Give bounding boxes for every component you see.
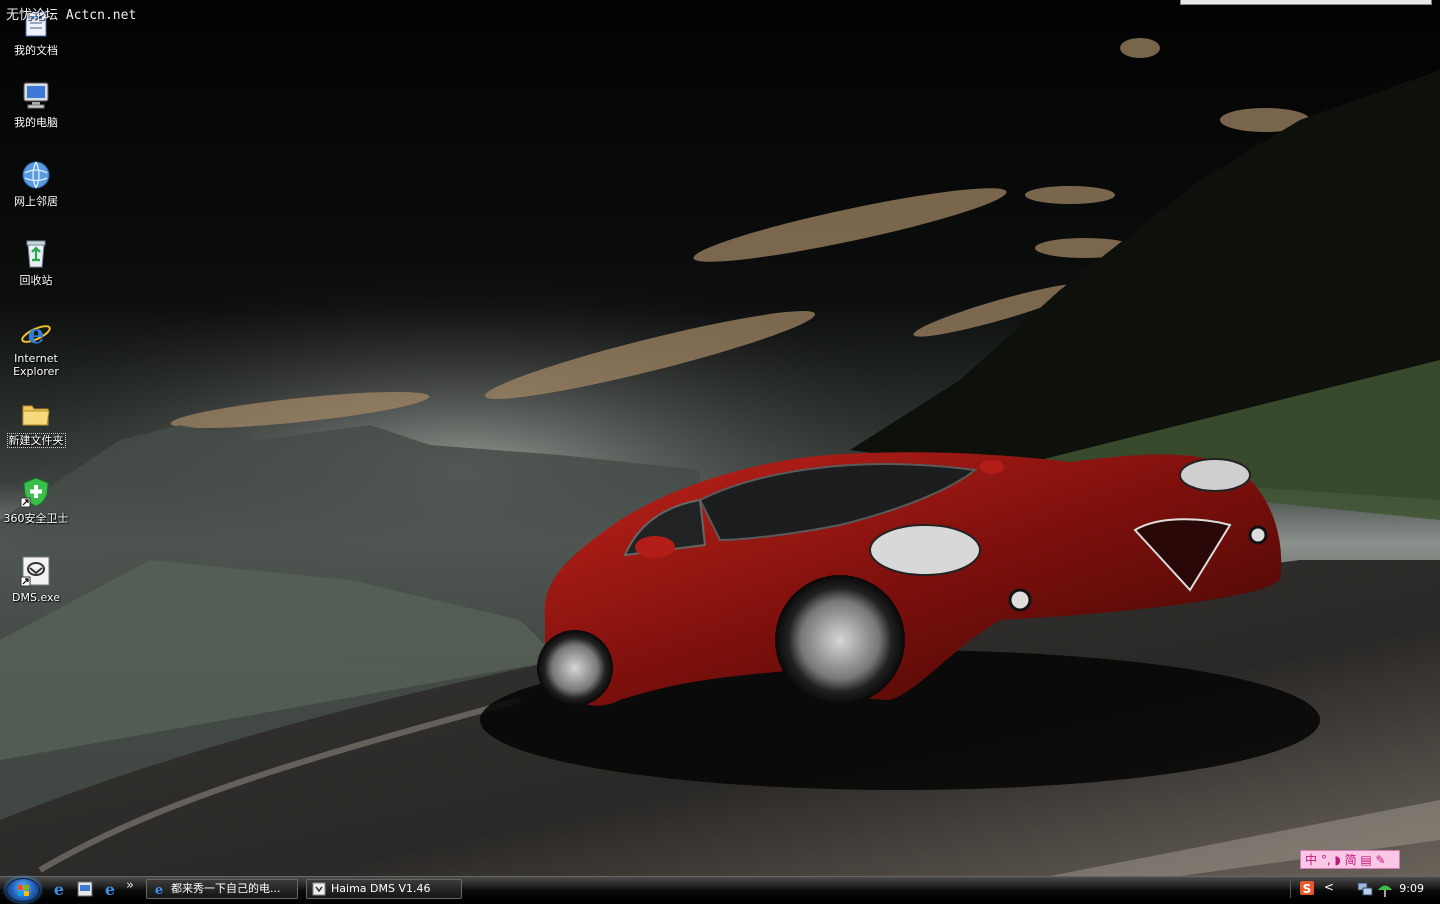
quicklaunch-show-desktop[interactable] <box>76 880 94 898</box>
taskbar-window-browser[interactable]: e 都来秀一下自己的电... <box>146 879 298 899</box>
quicklaunch-overflow-chevron[interactable]: » <box>126 878 144 896</box>
taskbar-window-haima-dms[interactable]: Haima DMS V1.46 <box>306 879 462 899</box>
desktop-icon-new-folder[interactable]: 新建文件夹 <box>0 398 72 448</box>
show-desktop-icon <box>77 881 93 897</box>
desktop-wallpaper <box>0 0 1440 876</box>
ime-status-bar[interactable]: 中 °, ◗ 简 ▤ ✎ <box>1300 850 1400 869</box>
window-edge-strip <box>1180 0 1432 5</box>
internet-explorer-icon: e <box>20 317 52 350</box>
desktop-icon-label: DMS.exe <box>12 591 60 604</box>
taskbar: e e » e 都来秀一下自己的电... Haima DMS V1.46 S <… <box>0 876 1440 902</box>
windows-logo-icon <box>18 885 29 896</box>
my-computer-icon <box>20 80 52 112</box>
desktop-icon-label: 网上邻居 <box>14 195 58 208</box>
taskbar-window-label: 都来秀一下自己的电... <box>171 882 281 895</box>
desktop-icon-label: 回收站 <box>19 274 53 287</box>
svg-text:e: e <box>28 320 45 349</box>
antivirus-icon[interactable] <box>1376 880 1394 898</box>
desktop-icon-label: 我的文档 <box>14 44 58 57</box>
start-button[interactable] <box>6 878 40 902</box>
desktop-icon-my-computer[interactable]: 我的电脑 <box>0 80 72 129</box>
network-places-icon <box>20 159 52 191</box>
desktop-icon-recycle-bin[interactable]: 回收站 <box>0 238 72 287</box>
watermark-text: 无忧论坛 Actcn.net <box>6 8 137 23</box>
tray-clock[interactable]: 9:09 <box>1399 882 1424 895</box>
tray-collapse-button[interactable]: < <box>1324 880 1342 898</box>
internet-explorer-icon: e <box>152 882 166 898</box>
folder-icon <box>20 398 52 430</box>
desktop-icon-network-places[interactable]: 网上邻居 <box>0 159 72 208</box>
quicklaunch-internet-explorer[interactable]: e <box>50 880 68 899</box>
desktop-icon-label: 我的电脑 <box>14 116 58 129</box>
application-icon <box>20 555 52 587</box>
wallpaper-car-scene <box>0 0 1440 876</box>
svg-text:e: e <box>54 880 64 898</box>
desktop-icon-label: 新建文件夹 <box>6 433 66 448</box>
network-icon[interactable] <box>1356 880 1374 898</box>
desktop-icon-internet-explorer[interactable]: e Internet Explorer <box>0 317 72 378</box>
ime-status-text: 中 °, ◗ 简 ▤ ✎ <box>1305 853 1386 867</box>
application-icon <box>312 882 326 896</box>
internet-explorer-icon: e <box>54 880 64 899</box>
svg-text:e: e <box>105 880 115 898</box>
sogou-input-icon[interactable]: S <box>1300 880 1318 898</box>
desktop-icon-dms-exe[interactable]: DMS.exe <box>0 555 72 604</box>
quicklaunch-internet-explorer-2[interactable]: e <box>101 880 119 899</box>
desktop-icon-label: 360安全卫士 <box>3 512 69 525</box>
shield-icon <box>20 476 52 508</box>
tray-separator <box>1290 880 1291 898</box>
desktop-icon-label: Internet Explorer <box>13 352 59 378</box>
desktop-icon-360-safe[interactable]: 360安全卫士 <box>0 476 72 525</box>
svg-text:S: S <box>1303 882 1312 896</box>
taskbar-window-label: Haima DMS V1.46 <box>331 882 431 895</box>
internet-explorer-icon: e <box>105 880 115 899</box>
svg-text:e: e <box>155 883 163 896</box>
recycle-bin-icon <box>20 238 52 270</box>
